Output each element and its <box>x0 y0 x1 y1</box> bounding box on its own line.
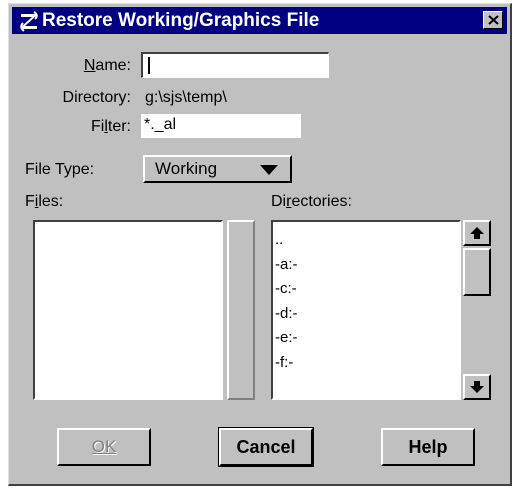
window-title: Restore Working/Graphics File <box>42 10 320 31</box>
directory-item[interactable]: .. <box>275 228 298 253</box>
close-button[interactable] <box>483 11 503 29</box>
files-scrollbar[interactable] <box>227 220 255 400</box>
help-button[interactable]: Help <box>381 428 475 466</box>
directory-value: g:\sjs\temp\ <box>145 89 227 106</box>
file-type-dropdown[interactable]: Working <box>143 155 292 183</box>
close-icon <box>487 15 499 25</box>
directory-item[interactable]: -e:- <box>275 326 298 351</box>
cancel-button[interactable]: Cancel <box>218 427 314 467</box>
files-listbox[interactable] <box>33 220 223 400</box>
directory-item[interactable]: -d:- <box>275 302 298 327</box>
arrow-up-icon <box>470 227 484 239</box>
scroll-thumb[interactable] <box>463 248 491 296</box>
directory-label: Directory: <box>62 89 131 106</box>
ok-label: OK <box>91 437 117 456</box>
ok-button[interactable]: OK <box>57 428 151 466</box>
directory-item[interactable]: -a:- <box>275 253 298 278</box>
app-logo-icon <box>20 11 38 32</box>
name-input[interactable] <box>141 52 329 78</box>
chevron-down-icon <box>260 165 278 175</box>
filter-label: Filter: <box>90 118 131 135</box>
text-caret <box>148 57 150 74</box>
directories-scrollbar[interactable] <box>463 220 491 400</box>
directory-item[interactable]: -f:- <box>275 351 298 376</box>
file-type-value: Working <box>155 159 218 178</box>
files-label: Files: <box>25 193 64 210</box>
name-label: Name: <box>83 57 131 74</box>
title-bar[interactable]: Restore Working/Graphics File <box>12 7 507 34</box>
scroll-down-button[interactable] <box>463 374 491 400</box>
directory-item[interactable]: -c:- <box>275 277 298 302</box>
file-type-label: File Type: <box>25 161 95 178</box>
directories-label: Directories: <box>271 193 352 210</box>
directories-listbox[interactable]: .. -a:- -c:- -d:- -e:- -f:- <box>271 220 461 400</box>
arrow-down-icon <box>470 381 484 393</box>
restore-file-dialog: Restore Working/Graphics File Name: Dire… <box>8 3 512 486</box>
scroll-up-button[interactable] <box>463 220 491 246</box>
filter-input[interactable]: *._al <box>141 114 301 138</box>
